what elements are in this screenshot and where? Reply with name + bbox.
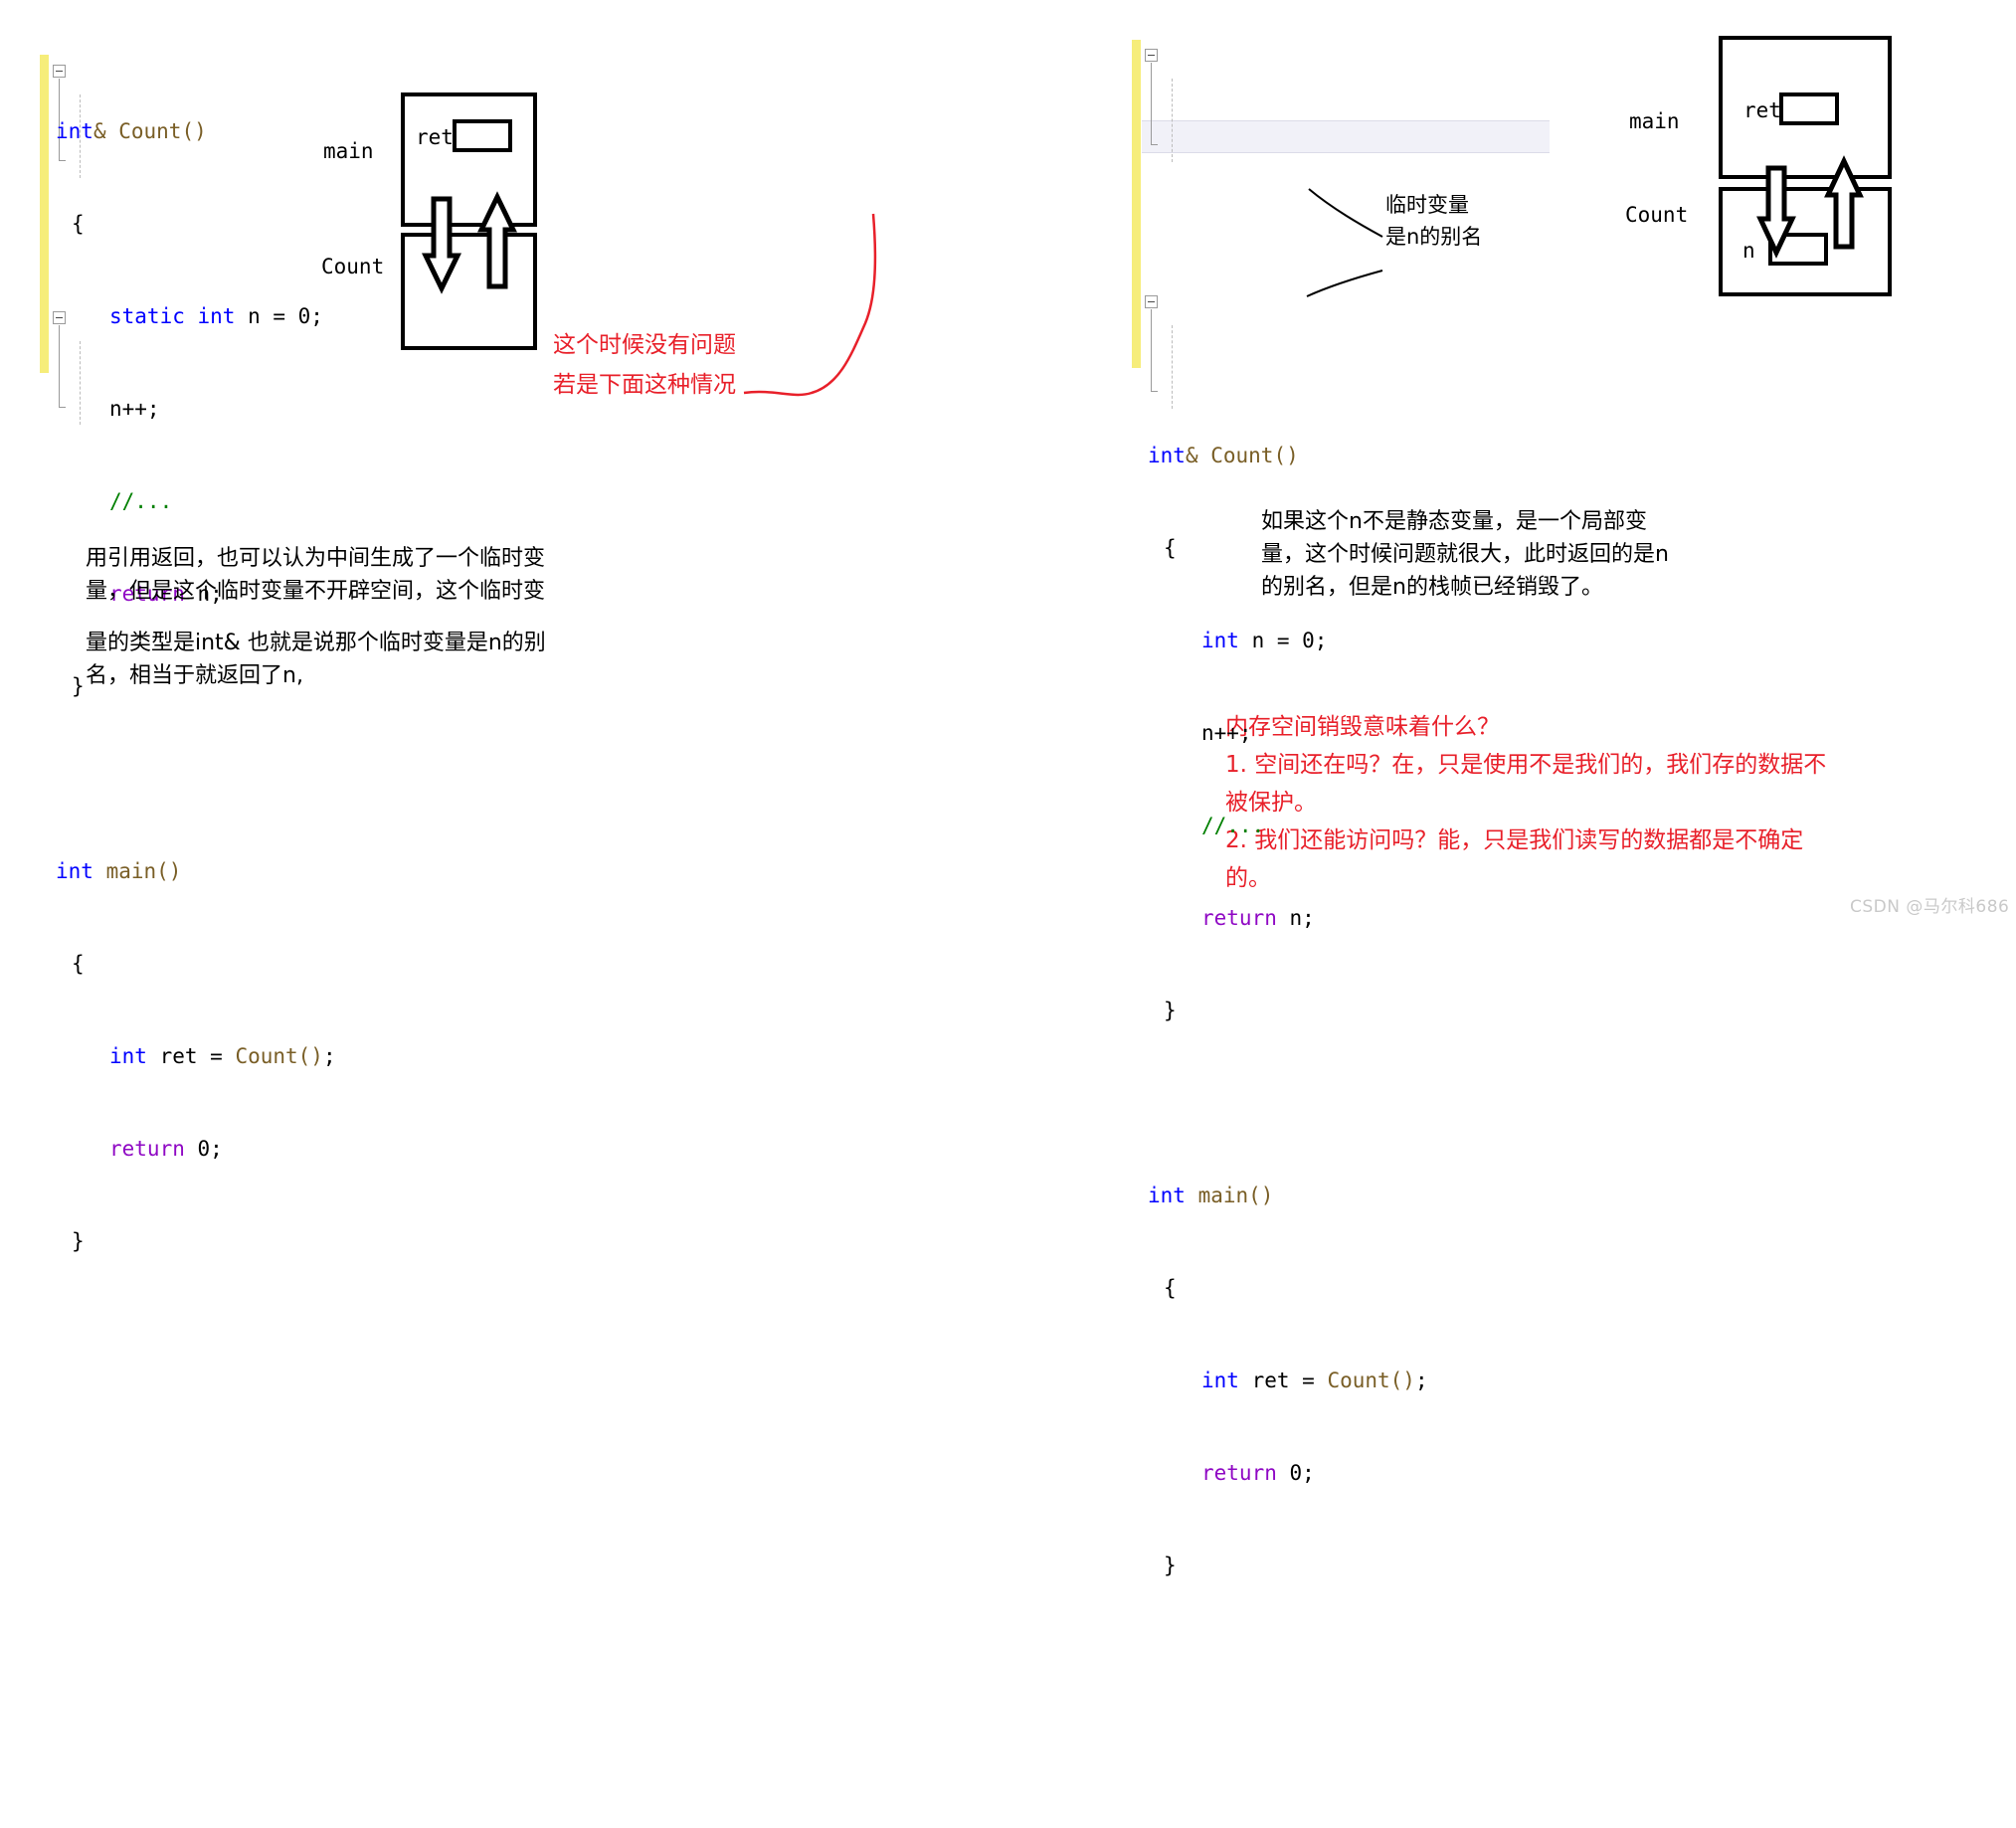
- token-brace: }: [1164, 999, 1177, 1022]
- token-brace: }: [1164, 1554, 1177, 1577]
- right-diagram-arrows: [1756, 155, 1864, 259]
- token-brace: {: [72, 212, 85, 236]
- token-increment: n++;: [109, 397, 160, 421]
- token-comment: //...: [1201, 814, 1265, 837]
- token-return: return: [1201, 906, 1277, 930]
- left-explanation-1: 用引用返回，也可以认为中间生成了一个临时变 量，但是这个临时变量不开辟空间，这个…: [86, 546, 546, 604]
- token-decl: n = 0;: [1238, 629, 1328, 652]
- token-keyword: int: [197, 304, 236, 328]
- token-brace: {: [72, 952, 85, 976]
- code-line: int main(): [56, 856, 336, 887]
- code-line: static int n = 0;: [56, 301, 336, 332]
- watermark: CSDN @马尔科686: [1850, 897, 2010, 917]
- code-line: }: [1148, 1551, 1428, 1581]
- callout-leader-2: [1306, 270, 1383, 297]
- token-decl: n = 0;: [235, 304, 323, 328]
- token-return: return: [1201, 1461, 1277, 1485]
- right-brace-foot-count: [1151, 144, 1158, 145]
- left-red-note-1: 这个时候没有问题: [553, 332, 736, 358]
- code-line: {: [56, 949, 336, 980]
- right-change-bar: [1132, 40, 1141, 368]
- token-keyword: int: [1201, 629, 1239, 652]
- left-diagram-arrows: [422, 191, 517, 294]
- right-call-arrow-down-icon: [1756, 165, 1796, 259]
- right-code-lines: int& Count() { int n = 0; n++; //... ret…: [1148, 379, 1428, 1643]
- token-return-value: n;: [1276, 906, 1315, 930]
- code-line-highlighted: n++;: [1148, 718, 1428, 749]
- token-return-value: 0;: [1276, 1461, 1315, 1485]
- token-return-value: 0;: [184, 1137, 223, 1161]
- token-semi: ;: [1414, 1369, 1428, 1392]
- code-line: int ret = Count();: [1148, 1366, 1428, 1396]
- token-brace: {: [1164, 1276, 1177, 1300]
- left-code-panel: int& Count() { static int n = 0; n++; //…: [40, 55, 336, 1253]
- code-line: {: [1148, 533, 1428, 564]
- token-keyword: int: [1201, 1369, 1239, 1392]
- code-line: int n = 0;: [1148, 626, 1428, 656]
- token-semi: ;: [322, 1044, 336, 1068]
- left-explanation-2: 量的类型是int& 也就是说那个临时变量是n的别 名，相当于就返回了n,: [86, 631, 546, 688]
- right-brace-guide-count: [1151, 63, 1152, 144]
- token-keyword: int: [56, 119, 93, 143]
- token-call: Count(): [235, 1044, 323, 1068]
- code-line: int main(): [1148, 1181, 1428, 1211]
- code-line: {: [56, 209, 336, 240]
- token-brace: }: [72, 1229, 85, 1253]
- token-keyword: int: [1148, 1184, 1186, 1207]
- left-stack-diagram: main Count ret: [318, 88, 597, 361]
- token-keyword: int: [1148, 444, 1186, 467]
- code-line: int ret = Count();: [56, 1041, 336, 1072]
- indent-guide-main: [80, 341, 81, 425]
- code-line: }: [1148, 996, 1428, 1026]
- right-callout-note: 临时变量 是n的别名: [1385, 193, 1483, 249]
- token-function: main(): [1185, 1184, 1274, 1207]
- right-collapse-toggle-main[interactable]: [1145, 295, 1158, 308]
- token-increment: n++;: [1201, 721, 1252, 745]
- right-highlighted-line-bg: [1142, 120, 1550, 153]
- token-keyword: int: [109, 1044, 147, 1068]
- left-change-bar: [40, 55, 49, 373]
- code-line: return n;: [1148, 903, 1428, 934]
- left-red-note-2: 若是下面这种情况: [553, 372, 736, 398]
- left-call-arrow-down-icon: [422, 196, 461, 294]
- red-connector-path: [743, 213, 877, 397]
- brace-foot-main: [59, 407, 66, 408]
- red-connector-curve: [743, 213, 877, 397]
- left-return-arrow-up-icon: [477, 191, 517, 289]
- callout-leader-1: [1308, 188, 1383, 238]
- code-line: int& Count(): [1148, 441, 1428, 471]
- right-indent-guide-count: [1172, 79, 1173, 162]
- right-stack-diagram: main Count ret n: [1611, 32, 1910, 300]
- token-var: ret =: [146, 1044, 236, 1068]
- code-line: }: [56, 1226, 336, 1257]
- code-line: //...: [56, 486, 336, 517]
- token-function: main(): [92, 859, 182, 883]
- token-return: return: [109, 1137, 185, 1161]
- code-line: n++;: [56, 394, 336, 425]
- token-brace: }: [72, 674, 85, 698]
- right-collapse-toggle-count[interactable]: [1145, 49, 1158, 62]
- right-return-arrow-up-icon: [1824, 155, 1864, 250]
- collapse-toggle-main[interactable]: [53, 311, 66, 324]
- code-line: return 0;: [56, 1134, 336, 1165]
- token-keyword: int: [56, 859, 93, 883]
- token-function: & Count(): [1185, 444, 1299, 467]
- token-comment: //...: [109, 489, 173, 513]
- token-static: static: [109, 304, 185, 328]
- code-line: //...: [1148, 811, 1428, 841]
- token-brace: {: [1164, 536, 1177, 560]
- code-line: return 0;: [1148, 1458, 1428, 1489]
- token-var: ret =: [1238, 1369, 1328, 1392]
- brace-guide-main: [59, 325, 60, 407]
- code-line: int& Count(): [56, 116, 336, 147]
- token-call: Count(): [1327, 1369, 1415, 1392]
- token-function: & Count(): [92, 119, 207, 143]
- code-line: {: [1148, 1273, 1428, 1304]
